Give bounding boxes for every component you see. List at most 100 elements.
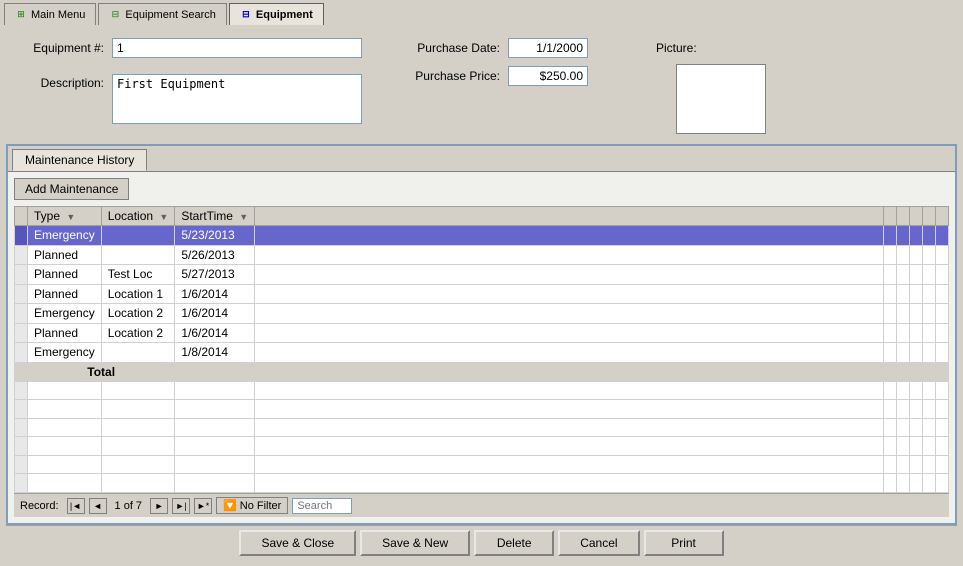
table-row[interactable]: Emergency 1/8/2014 <box>15 343 949 363</box>
cell-starttime[interactable]: 5/27/2013 <box>175 265 255 285</box>
save-close-button[interactable]: Save & Close <box>239 530 356 556</box>
table-wrapper: Type ▼ Location ▼ StartTime ▼ <box>14 206 949 493</box>
tab-equipment-search[interactable]: ⊟ Equipment Search <box>98 3 227 25</box>
cell-extra <box>255 304 884 324</box>
nav-new-button[interactable]: ►* <box>194 498 212 514</box>
print-button[interactable]: Print <box>644 530 724 556</box>
cell-extra <box>255 265 884 285</box>
purchase-date-input[interactable] <box>508 38 588 58</box>
equipment-icon: ⊟ <box>240 9 252 21</box>
table-header: Type ▼ Location ▼ StartTime ▼ <box>15 207 949 226</box>
cell-extra <box>923 245 936 265</box>
empty-cell <box>897 400 910 418</box>
cell-extra <box>897 245 910 265</box>
cell-location[interactable]: Location 2 <box>101 304 175 324</box>
no-filter-button[interactable]: 🔽 No Filter <box>216 497 288 514</box>
cell-location[interactable] <box>101 343 175 363</box>
cell-extra <box>255 343 884 363</box>
nav-next-button[interactable]: ► <box>150 498 168 514</box>
location-column-header[interactable]: Location ▼ <box>101 207 175 226</box>
extra-col4 <box>910 207 923 226</box>
cell-extra <box>923 343 936 363</box>
empty-cell <box>936 400 949 418</box>
empty-cell <box>897 474 910 493</box>
table-row[interactable]: Planned 5/26/2013 <box>15 245 949 265</box>
table-row[interactable]: Emergency 5/23/2013 <box>15 226 949 246</box>
empty-row <box>15 418 949 436</box>
purchase-price-input[interactable] <box>508 66 588 86</box>
table-body: Emergency5/23/2013Planned5/26/2013Planne… <box>15 226 949 493</box>
save-new-button[interactable]: Save & New <box>360 530 470 556</box>
cell-location[interactable]: Location 2 <box>101 323 175 343</box>
extra-col6 <box>936 207 949 226</box>
delete-button[interactable]: Delete <box>474 530 554 556</box>
empty-cell <box>101 400 175 418</box>
tabs-bar: ⊞ Main Menu ⊟ Equipment Search ⊟ Equipme… <box>0 0 963 26</box>
cell-extra <box>884 226 897 246</box>
cell-type[interactable]: Emergency <box>28 343 102 363</box>
table-row[interactable]: PlannedLocation 21/6/2014 <box>15 323 949 343</box>
empty-cell <box>910 418 923 436</box>
cell-starttime[interactable]: 5/23/2013 <box>175 226 255 246</box>
cell-type[interactable]: Emergency <box>28 304 102 324</box>
cell-extra <box>936 245 949 265</box>
cell-extra <box>884 265 897 285</box>
equipment-number-input[interactable] <box>112 38 362 58</box>
cell-starttime[interactable]: 1/6/2014 <box>175 304 255 324</box>
cell-type[interactable]: Planned <box>28 265 102 285</box>
cell-extra <box>884 323 897 343</box>
empty-row <box>15 437 949 455</box>
cell-starttime[interactable]: 1/6/2014 <box>175 284 255 304</box>
total-extra <box>255 362 884 382</box>
nav-last-button[interactable]: ►| <box>172 498 190 514</box>
equipment-number-label: Equipment #: <box>14 41 104 55</box>
cell-type[interactable]: Planned <box>28 323 102 343</box>
description-input[interactable]: First Equipment <box>112 74 362 124</box>
cell-location[interactable]: Test Loc <box>101 265 175 285</box>
header-row: Type ▼ Location ▼ StartTime ▼ <box>15 207 949 226</box>
add-maintenance-button[interactable]: Add Maintenance <box>14 178 129 200</box>
tab-main-menu[interactable]: ⊞ Main Menu <box>4 3 96 25</box>
cell-location[interactable]: Location 1 <box>101 284 175 304</box>
total-extra <box>884 362 897 382</box>
empty-cell <box>923 418 936 436</box>
cell-starttime[interactable]: 1/8/2014 <box>175 343 255 363</box>
maintenance-section: Maintenance History Add Maintenance Type… <box>6 144 957 525</box>
cell-extra <box>910 226 923 246</box>
nav-prev-button[interactable]: ◄ <box>89 498 107 514</box>
tab-equipment[interactable]: ⊟ Equipment <box>229 3 324 25</box>
cell-extra <box>897 343 910 363</box>
cell-extra <box>897 323 910 343</box>
empty-cell <box>884 382 897 400</box>
empty-cell <box>255 418 884 436</box>
empty-cell <box>175 400 255 418</box>
empty-cell <box>15 418 28 436</box>
table-row[interactable]: PlannedTest Loc5/27/2013 <box>15 265 949 285</box>
cell-starttime[interactable]: 1/6/2014 <box>175 323 255 343</box>
cell-extra <box>255 226 884 246</box>
starttime-column-header[interactable]: StartTime ▼ <box>175 207 255 226</box>
extra-col5 <box>923 207 936 226</box>
cancel-button[interactable]: Cancel <box>558 530 639 556</box>
empty-cell <box>101 437 175 455</box>
empty-cell <box>15 400 28 418</box>
cell-location[interactable] <box>101 226 175 246</box>
starttime-sort-icon: ▼ <box>239 212 248 222</box>
cell-extra <box>936 226 949 246</box>
cell-starttime[interactable]: 5/26/2013 <box>175 245 255 265</box>
cell-type[interactable]: Emergency <box>28 226 102 246</box>
type-column-header[interactable]: Type ▼ <box>28 207 102 226</box>
total-row: Total <box>15 362 949 382</box>
cell-type[interactable]: Planned <box>28 245 102 265</box>
row-selector <box>15 226 28 246</box>
search-input[interactable] <box>292 498 352 514</box>
cell-type[interactable]: Planned <box>28 284 102 304</box>
table-row[interactable]: EmergencyLocation 21/6/2014 <box>15 304 949 324</box>
empty-cell <box>884 474 897 493</box>
cell-location[interactable] <box>101 245 175 265</box>
nav-first-button[interactable]: |◄ <box>67 498 85 514</box>
table-row[interactable]: PlannedLocation 11/6/2014 <box>15 284 949 304</box>
empty-cell <box>255 474 884 493</box>
record-info: 1 of 7 <box>115 500 143 512</box>
maintenance-history-tab[interactable]: Maintenance History <box>12 149 147 171</box>
